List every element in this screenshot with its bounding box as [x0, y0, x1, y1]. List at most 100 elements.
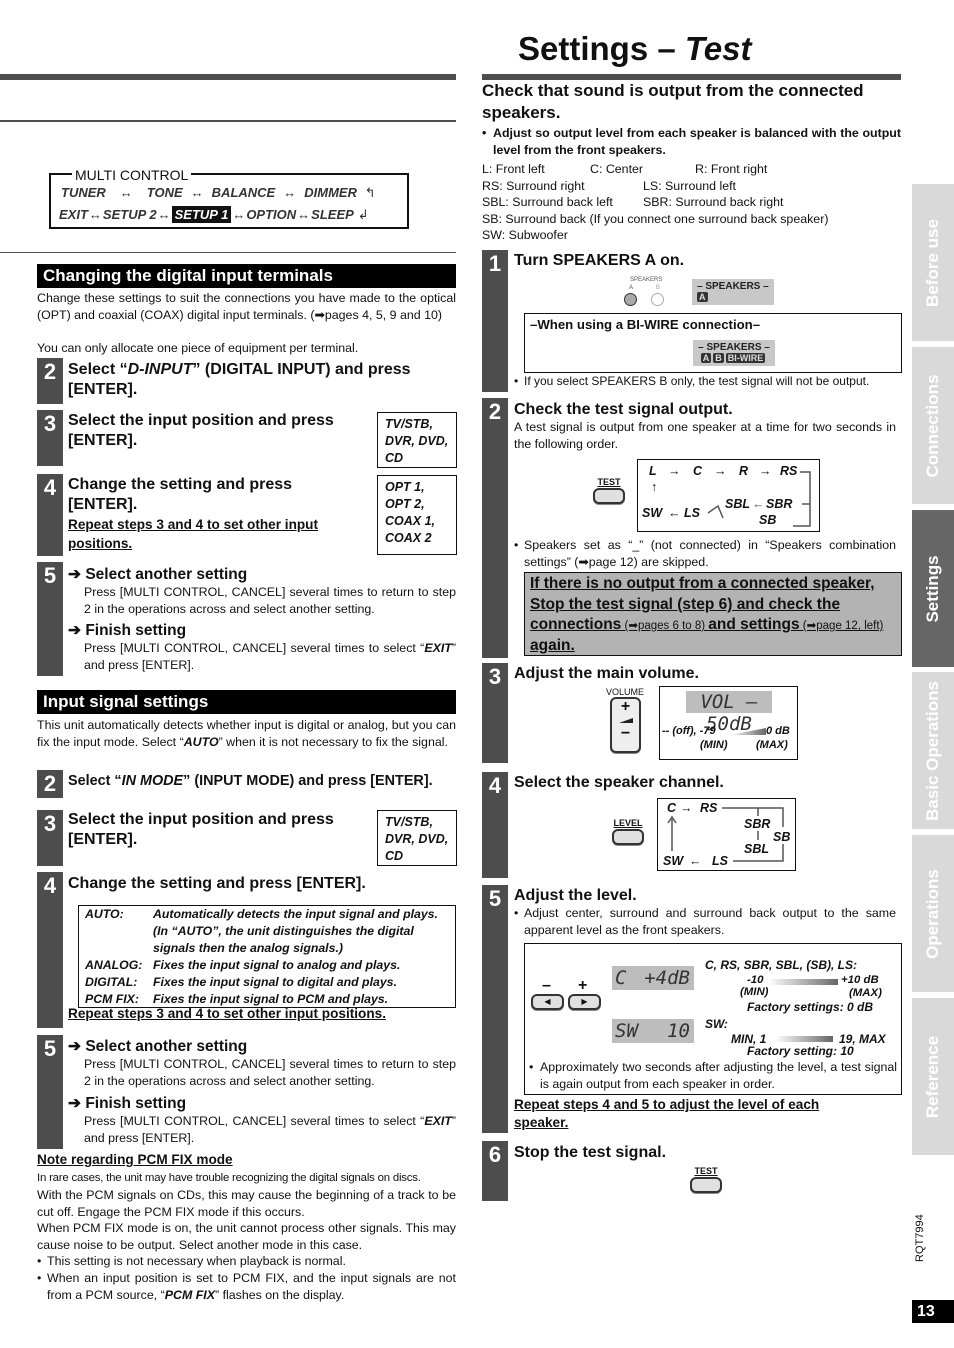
- level-down-button[interactable]: ◀: [531, 994, 564, 1010]
- terminal-options: OPT 1, OPT 2, COAX 1, COAX 2: [377, 475, 457, 555]
- step-number: 2: [37, 770, 63, 798]
- pcm-note-heading: Note regarding PCM FIX mode: [37, 1152, 233, 1167]
- step-number: 6: [482, 1141, 508, 1201]
- step-number: 3: [482, 663, 508, 763]
- subwoofer-range-bar: [775, 1036, 833, 1042]
- multi-control-row-2: EXIT↔SETUP 2↔ SETUP 1 ↔OPTION↔SLEEP ↲: [59, 206, 369, 223]
- tab-operations[interactable]: Operations: [912, 835, 954, 992]
- speakers-a-button[interactable]: [624, 293, 637, 306]
- step-title: Select “IN MODE” (INPUT MODE) and press …: [68, 773, 433, 789]
- level-button[interactable]: [612, 829, 644, 845]
- repeat-instruction: Repeat steps 3 and 4 to set other input …: [68, 517, 319, 551]
- speakers-display: – SPEAKERS – A: [692, 279, 774, 305]
- input-mode-table: AUTO: Automatically detects the input sig…: [78, 905, 456, 1008]
- flow-arrows: [707, 471, 811, 527]
- level-lcd-center: C +4dB: [612, 966, 694, 990]
- multi-control-legend: MULTI CONTROL: [72, 167, 192, 183]
- test-button[interactable]: [593, 488, 625, 504]
- tab-reference[interactable]: Reference: [912, 998, 954, 1155]
- volume-label: VOLUME: [606, 687, 645, 697]
- volume-control[interactable]: + −: [610, 697, 641, 753]
- volume-up-icon[interactable]: +: [612, 699, 639, 715]
- section-header-digital-input: Changing the digital input terminals: [37, 264, 456, 288]
- digital-input-intro: Change these settings to suit the connec…: [37, 291, 456, 322]
- step-title: Adjust the level.: [514, 887, 637, 904]
- volume-down-icon[interactable]: −: [612, 726, 639, 742]
- level-up-button[interactable]: ▶: [568, 994, 601, 1010]
- menu-setup2: SETUP 2: [102, 207, 157, 222]
- menu-balance: BALANCE: [211, 185, 276, 200]
- step-number: 4: [482, 772, 508, 878]
- speakers-b-note: • If you select SPEAKERS B only, the test…: [514, 374, 870, 388]
- select-another-text: Press [MULTI CONTROL, CANCEL] several ti…: [84, 1057, 456, 1088]
- subwoofer-factory-setting: Factory setting: 10: [747, 1044, 854, 1058]
- document-code: RQT7994: [914, 1214, 926, 1262]
- channel-range-label: C, RS, SBR, SBL, (SB), LS:: [705, 958, 858, 972]
- select-another-heading: ➔ Select another setting: [68, 1038, 248, 1055]
- finish-text: Press [MULTI CONTROL, CANCEL] several ti…: [84, 1114, 456, 1145]
- step-number: 5: [482, 885, 508, 1133]
- volume-min: -- (off), -79: [662, 725, 716, 737]
- section-header-input-signal: Input signal settings: [37, 690, 456, 714]
- test-button-label: TEST: [694, 1166, 718, 1176]
- input-signal-intro: This unit automatically detects whether …: [37, 718, 456, 749]
- speaker-a-indicator: A: [697, 292, 708, 302]
- step-number: 3: [37, 410, 63, 466]
- volume-lcd: VOL – 50dB: [686, 691, 772, 735]
- select-another-text: Press [MULTI CONTROL, CANCEL] several ti…: [84, 585, 456, 616]
- skipped-note: • Speakers set as “_” (not connected) in …: [514, 538, 896, 569]
- step-title: Select the input position and press [ENT…: [68, 811, 334, 848]
- tab-before-use[interactable]: Before use: [912, 184, 954, 341]
- pcm-note-p2: With the PCM signals on CDs, this may ca…: [37, 1188, 456, 1219]
- mode-row: ANALOG: Fixes the input signal to analog …: [85, 958, 401, 972]
- mode-row: AUTO: Automatically detects the input sig…: [85, 907, 438, 955]
- speaker-a-label: A: [629, 285, 634, 291]
- tab-basic-operations[interactable]: Basic Operations: [912, 672, 954, 829]
- section-divider: [0, 252, 456, 253]
- speakers-label: SPEAKERS: [630, 277, 663, 283]
- finish-heading: ➔ Finish setting: [68, 1095, 187, 1112]
- channel-factory-setting: Factory settings: 0 dB: [747, 1000, 874, 1014]
- test-heading: Check that sound is output from the conn…: [482, 81, 864, 122]
- page-title: Settings – Test: [518, 30, 752, 67]
- step-number: 3: [37, 810, 63, 866]
- biwire-box: –When using a BI-WIRE connection– – SPEA…: [524, 313, 902, 373]
- select-another-heading: ➔ Select another setting: [68, 566, 248, 583]
- digital-input-note: You can only allocate one piece of equip…: [37, 341, 359, 355]
- step-number: 2: [482, 398, 508, 658]
- tab-connections[interactable]: Connections: [912, 347, 954, 504]
- multi-control-row-1: TUNER ↔ TONE ↔ BALANCE ↔ DIMMER ↰: [61, 185, 376, 200]
- no-output-warning: If there is no output from a connected s…: [524, 572, 902, 656]
- step-number: 2: [37, 358, 63, 404]
- retest-note: • Approximately two seconds after adjusti…: [529, 1060, 897, 1091]
- step-title: Adjust the main volume.: [514, 665, 699, 682]
- menu-dimmer: DIMMER: [304, 185, 357, 200]
- finish-heading: ➔ Finish setting: [68, 622, 187, 639]
- top-divider-thick: [0, 74, 456, 80]
- repeat-instruction: Repeat steps 3 and 4 to set other input …: [68, 1006, 386, 1021]
- channel-range-bar: [768, 979, 838, 985]
- tab-settings[interactable]: Settings: [912, 510, 954, 667]
- channel-flow-arrows: [667, 807, 784, 862]
- pcm-note-bullet: • This setting is not necessary when play…: [37, 1254, 346, 1268]
- step-title: Select the input position and press [ENT…: [68, 412, 334, 449]
- pcm-note-p3: When PCM FIX mode is on, the unit cannot…: [37, 1221, 456, 1252]
- menu-sleep: SLEEP: [311, 207, 354, 222]
- step-title: Select “D-INPUT” (DIGITAL INPUT) and pre…: [68, 361, 411, 398]
- repeat-instruction: Repeat steps 4 and 5 to adjust the level…: [514, 1097, 820, 1130]
- input-position-options: TV/STB, DVR, DVD, CD: [377, 412, 457, 468]
- step5-bullet: • Adjust center, surround and surround ba…: [514, 906, 896, 937]
- speaker-b-label: B: [656, 285, 661, 291]
- volume-max: 0 dB: [766, 725, 790, 737]
- speakers-b-button[interactable]: [651, 293, 664, 306]
- stop-test-button[interactable]: [690, 1177, 722, 1193]
- level-adjust-box: – + ◀ ▶ C +4dB SW 10 C, RS, SBR, SBL, (SB)…: [524, 943, 902, 1095]
- menu-exit: EXIT: [59, 207, 88, 222]
- mode-row: DIGITAL: Fixes the input signal to digita…: [85, 975, 397, 989]
- step-number: 5: [37, 562, 63, 676]
- step-title: Turn SPEAKERS A on.: [514, 252, 685, 269]
- level-button-label: LEVEL: [613, 818, 643, 828]
- level-lcd-subwoofer: SW 10: [612, 1019, 694, 1043]
- volume-display-box: VOL – 50dB -- (off), -79 0 dB (MIN) (MAX…: [659, 686, 798, 760]
- menu-setup1-highlighted: SETUP 1: [171, 206, 232, 223]
